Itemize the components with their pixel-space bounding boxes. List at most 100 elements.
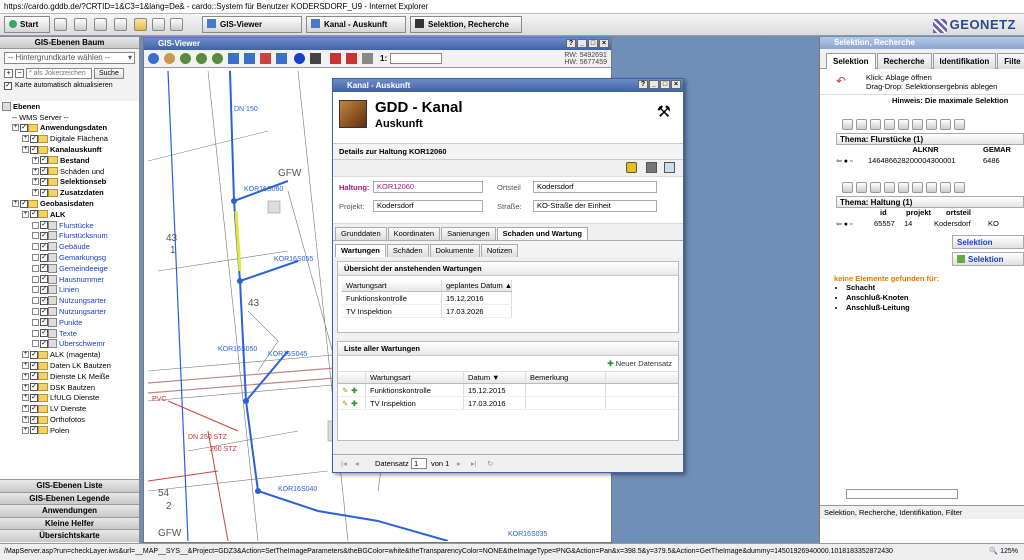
filter-icon[interactable] (912, 181, 923, 193)
check-icon[interactable] (898, 118, 909, 130)
layer-checkbox[interactable]: ✓ (30, 361, 38, 370)
tree-item[interactable]: + ✓ LV Dienste (0, 403, 139, 414)
layer-checkbox[interactable]: ✓ (40, 339, 48, 348)
tree-item[interactable]: + ✓ Dienste LK Meiße (0, 371, 139, 382)
undo-arrow-icon[interactable]: ↶ (836, 75, 850, 87)
expand-icon[interactable]: + (12, 124, 19, 132)
layer-checkbox[interactable]: ✓ (30, 134, 38, 143)
maximize-icon[interactable]: □ (588, 39, 598, 48)
tree-item[interactable]: ✓ Gebäude (0, 241, 139, 252)
collapse-all-icon[interactable]: − (15, 69, 24, 78)
gear-icon[interactable] (870, 181, 881, 193)
horizontal-scrollbar[interactable] (846, 489, 958, 499)
expand-icon[interactable]: + (22, 405, 29, 413)
thema-haltung[interactable]: Thema: Haltung (1) (836, 196, 1024, 208)
left-panel-button[interactable]: GIS-Ebenen Legende (0, 491, 139, 504)
selection-tab[interactable]: Identifikation (932, 53, 997, 69)
gis-viewer-task-button[interactable]: GIS-Viewer (202, 16, 302, 33)
table-icon[interactable] (926, 181, 937, 193)
background-map-select[interactable]: -- Hintergrundkarte wählen -- ▾ (4, 52, 135, 64)
layer-search-button[interactable]: Suche (94, 68, 124, 79)
layer-checkbox[interactable]: ✓ (40, 177, 48, 186)
column-header[interactable]: Wartungsart (366, 372, 464, 383)
selektion-button-2[interactable]: Selektion (952, 252, 1024, 266)
expand-icon[interactable] (32, 308, 39, 316)
layer-checkbox[interactable]: ✓ (40, 253, 48, 262)
zoom-to-icon[interactable] (842, 118, 853, 130)
selektion-task-button[interactable]: Selektion, Recherche (410, 16, 522, 33)
dialog-tab[interactable]: Koordinaten (387, 227, 441, 240)
selection-tab[interactable]: Selektion (826, 53, 876, 69)
selection-tab[interactable]: Recherche (876, 53, 932, 69)
expand-icon[interactable]: + (12, 200, 19, 208)
row-actions-icon[interactable]: ⇦ ● ▫ (836, 220, 874, 228)
layer-checkbox[interactable]: ✓ (40, 307, 48, 316)
tools-icon[interactable] (152, 18, 165, 31)
arrow-right-icon[interactable] (244, 53, 255, 64)
expand-icon[interactable]: + (22, 416, 29, 423)
tree-item[interactable]: + ✓ Digitale Flächena (0, 133, 139, 144)
start-button[interactable]: Start (4, 16, 50, 33)
zoom-out-icon[interactable] (196, 53, 207, 64)
building-icon[interactable] (646, 162, 657, 173)
tree-item[interactable]: + ✓ Orthofotos (0, 414, 139, 425)
tree-item[interactable]: ✓ Flurstücke (0, 220, 139, 231)
haltung-field[interactable]: KOR12060 (373, 181, 483, 193)
folder-icon[interactable] (134, 18, 147, 31)
tree-item[interactable]: + ✓ Zusatzdaten (0, 187, 139, 198)
tree-item[interactable]: ✓ Gemarkungsg (0, 252, 139, 263)
info-icon[interactable] (294, 53, 305, 64)
pin-icon[interactable] (856, 118, 867, 130)
expand-icon[interactable] (32, 297, 39, 305)
tree-item[interactable]: + ✓ Geobasisdaten (0, 198, 139, 209)
expand-icon[interactable] (32, 340, 39, 348)
flurstuecke-row[interactable]: ⇦ ● ▫ 146486628200004300001 6486 (836, 155, 1024, 166)
auto-update-checkbox[interactable]: ✓ (4, 81, 12, 90)
layer-checkbox[interactable]: ✓ (40, 231, 48, 240)
refresh-icon[interactable]: ↻ (487, 459, 493, 468)
expand-icon[interactable]: + (22, 426, 29, 434)
layer-checkbox[interactable]: ✓ (30, 210, 38, 219)
refresh-icon[interactable] (276, 53, 287, 64)
layer-checkbox[interactable]: ✓ (20, 199, 28, 208)
new-record-button[interactable]: ✚ Neuer Datensatz (607, 359, 672, 368)
minimize-icon[interactable]: _ (577, 39, 587, 48)
last-page-icon[interactable]: ▸| (471, 459, 477, 468)
dialog-tab[interactable]: Sanierungen (441, 227, 496, 240)
layer-checkbox[interactable]: ✓ (40, 275, 48, 284)
expand-icon[interactable] (32, 329, 39, 337)
dialog-subtab[interactable]: Schäden (386, 244, 429, 257)
layer-checkbox[interactable]: ✓ (40, 285, 48, 294)
projekt-field[interactable]: Kodersdorf (373, 200, 483, 212)
left-panel-button[interactable]: Anwendungen (0, 504, 139, 517)
selektion-button-1[interactable]: Selektion (952, 235, 1024, 249)
expand-icon[interactable] (32, 275, 39, 283)
expand-icon[interactable] (32, 232, 39, 240)
print-icon[interactable] (114, 18, 127, 31)
tree-item[interactable]: + ✓ ALK (magenta) (0, 349, 139, 360)
zoom-window-icon[interactable] (212, 53, 223, 64)
back-icon[interactable] (74, 18, 87, 31)
expand-icon[interactable]: + (22, 210, 29, 218)
table-row[interactable]: ✎ ✚ TV Inspektion 17.03.2016 (338, 397, 678, 410)
strasse-field[interactable]: KO-Straße der Einheit (533, 200, 657, 212)
tools-icon[interactable]: ⚒ (657, 102, 671, 122)
layer-search-input[interactable]: * als Jokerzeichen (26, 68, 92, 79)
expand-icon[interactable] (32, 254, 39, 262)
expand-icon[interactable]: + (22, 351, 29, 359)
tree-item[interactable]: + ✓ Schäden und (0, 166, 139, 177)
help-icon[interactable]: ? (638, 80, 648, 89)
edit-pencil-icon[interactable]: ✎ (342, 399, 348, 408)
tree-item[interactable]: ✓ Nutzungsarter (0, 295, 139, 306)
tree-item[interactable]: + ✓ Daten LK Bautzen (0, 360, 139, 371)
thema-flurstuecke[interactable]: Thema: Flurstücke (1) (836, 133, 1024, 145)
next-page-icon[interactable]: ▸ (457, 459, 461, 468)
left-panel-button[interactable]: Kleine Helfer (0, 516, 139, 529)
table-row[interactable]: TV Inspektion 17.03.2026 (342, 305, 512, 318)
scale-select[interactable] (390, 53, 442, 64)
measure-icon[interactable] (330, 53, 341, 64)
expand-icon[interactable]: + (22, 135, 29, 143)
selection-tab[interactable]: Filte (997, 53, 1024, 69)
dialog-tab[interactable]: Schaden und Wartung (496, 227, 588, 240)
layer-checkbox[interactable]: ✓ (30, 393, 38, 402)
